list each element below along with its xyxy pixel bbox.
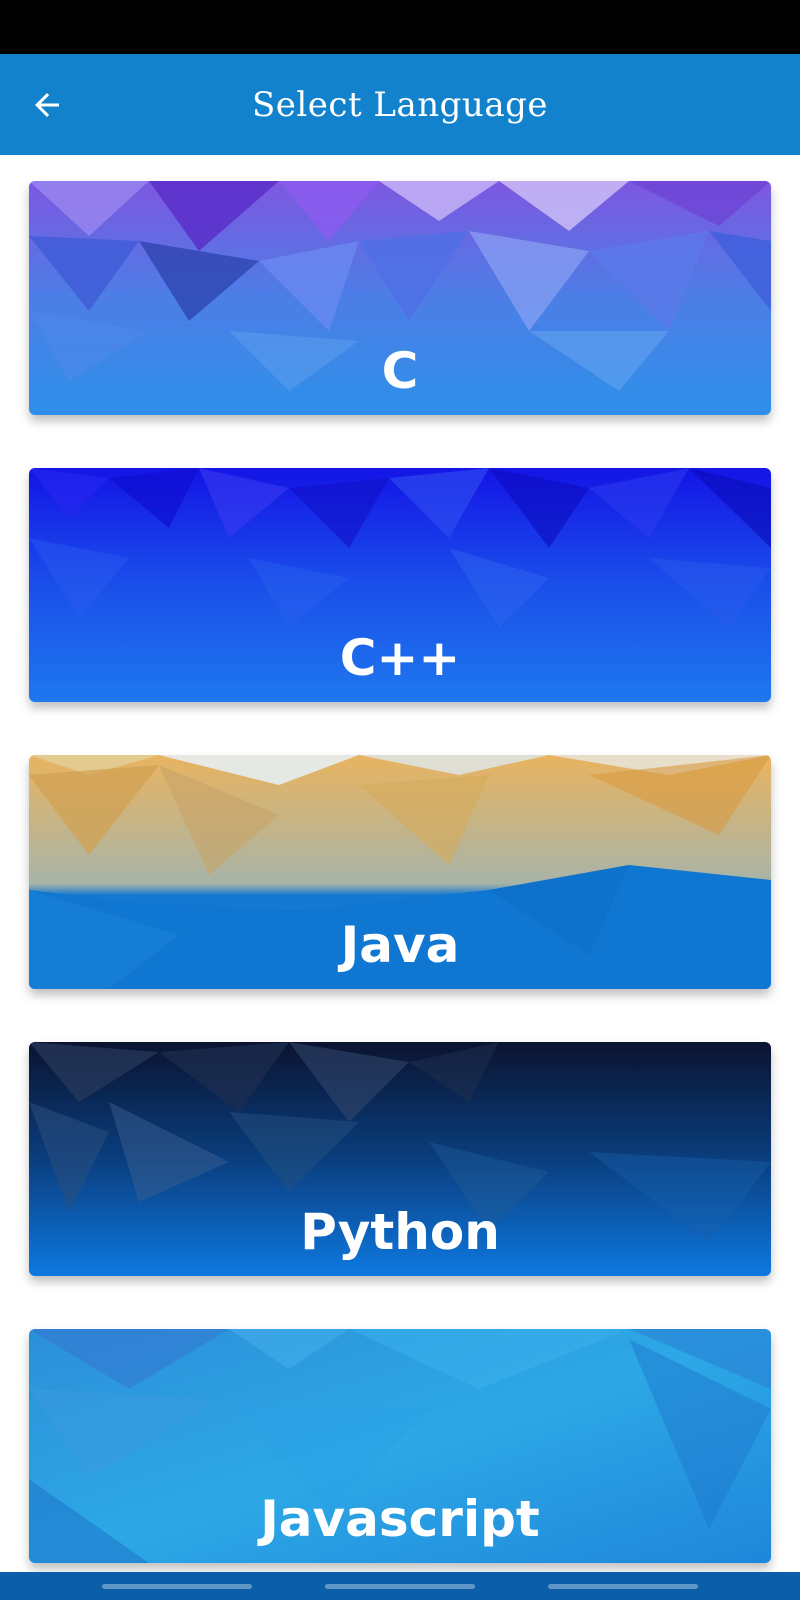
page-title: Select Language [252, 84, 548, 125]
status-bar [0, 0, 800, 54]
system-nav-bar [0, 1572, 800, 1600]
app-bar: Select Language [0, 54, 800, 155]
language-card-javascript[interactable]: Javascript [29, 1329, 771, 1563]
language-label: C [381, 342, 419, 400]
language-card-java[interactable]: Java [29, 755, 771, 989]
language-label: Java [340, 916, 460, 974]
language-list: C C++ Java Python Javascript [29, 181, 771, 1600]
language-label: Javascript [260, 1490, 540, 1548]
nav-handle [548, 1584, 698, 1589]
nav-handle [325, 1584, 475, 1589]
language-card-c[interactable]: C [29, 181, 771, 415]
language-card-python[interactable]: Python [29, 1042, 771, 1276]
arrow-left-icon [35, 93, 59, 117]
language-label: Python [300, 1203, 500, 1261]
language-card-cpp[interactable]: C++ [29, 468, 771, 702]
nav-handle [102, 1584, 252, 1589]
back-button[interactable] [22, 80, 72, 130]
language-label: C++ [339, 629, 461, 687]
